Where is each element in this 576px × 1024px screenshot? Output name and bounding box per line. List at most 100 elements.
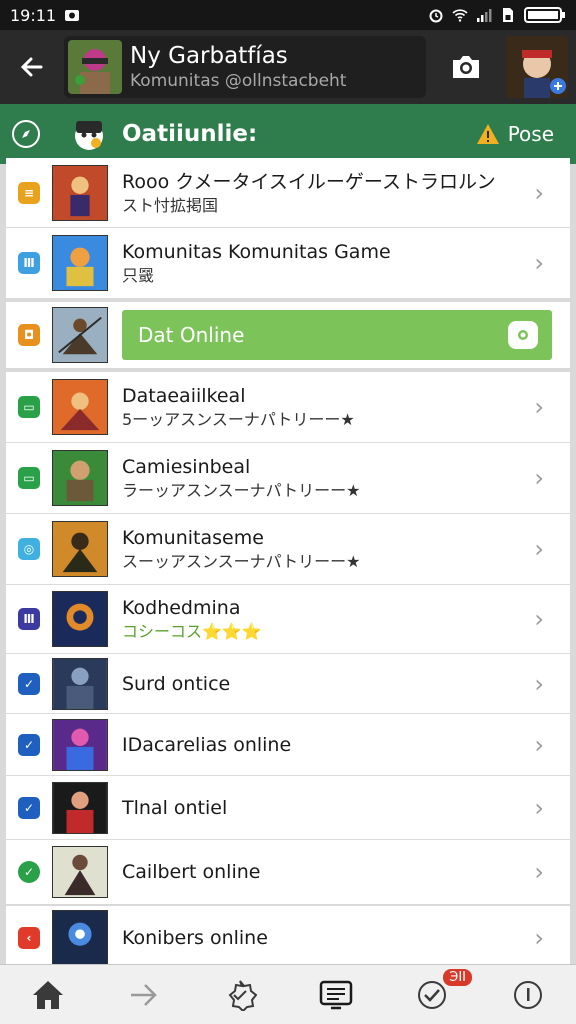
list-lead-icon: ✓ (18, 796, 40, 819)
info-icon (514, 980, 542, 1009)
list-item[interactable]: ◎ Komunitaseme スーッアスンスーナパトリーー★ › (6, 514, 570, 585)
list-item[interactable]: ▭ Camiesinbeal ラーッアスンスーナパトリーー★ › (6, 443, 570, 514)
list-item-title: Rooo クメータイスイルーゲーストラロルン (122, 170, 496, 193)
chat-camera-icon (508, 321, 538, 349)
game-thumbnail (52, 164, 108, 221)
list-lead-icon: ‹ (18, 927, 40, 949)
compass-icon (22, 130, 30, 138)
check-icon (418, 980, 446, 1009)
list-card-top: ≡ Rooo クメータイスイルーゲーストラロルン スト忖拡掲国 › Ⅲ Komu… (6, 158, 570, 298)
game-thumbnail (52, 846, 108, 898)
game-thumbnail (52, 910, 108, 964)
chevron-right-icon: › (534, 464, 544, 492)
profile-avatar[interactable] (506, 36, 568, 98)
bag-icon: ◘ (18, 324, 40, 346)
game-thumbnail (52, 521, 108, 577)
chevron-right-icon: › (534, 793, 544, 822)
badge-icon (228, 979, 257, 1011)
pose-button[interactable]: Pose (476, 122, 554, 146)
game-thumbnail (52, 235, 108, 291)
list-item-subtitle: スト忖拡掲国 (122, 195, 219, 215)
sim-icon (503, 8, 513, 22)
online-button-label: Dat Online (138, 323, 245, 347)
list-lead-icon: ✓ (18, 672, 40, 695)
compass-button[interactable] (12, 120, 40, 148)
list-item[interactable]: ✓ Surd ontice › (6, 654, 570, 714)
list-item[interactable]: Ⅲ Komunitas Komunitas Game 只䍞 › (6, 228, 570, 298)
section-title: Oatiiunlie: (122, 121, 258, 147)
status-bar: 19:11 (0, 0, 576, 30)
back-button[interactable] (0, 30, 64, 104)
list-item[interactable]: ▭ Dataeaiilkeal 5ーッアスンスーナパトリーー★ › (6, 372, 570, 443)
community-subtitle: Komunitas @ollnstacbeht (130, 71, 347, 91)
nav-badge[interactable] (210, 965, 270, 1024)
list-item-title: Tlnal ontiel (122, 796, 228, 819)
list-lead-icon: ▭ (18, 467, 40, 489)
community-avatar (68, 40, 122, 94)
chevron-right-icon: › (534, 605, 544, 633)
camera-icon (453, 56, 479, 78)
app-bar: Ny Garbatfías Komunitas @ollnstacbeht (0, 30, 576, 104)
community-title-box[interactable]: Ny Garbatfías Komunitas @ollnstacbeht (64, 36, 426, 98)
nav-home[interactable] (18, 965, 78, 1024)
list-item-title: Surd ontice (122, 672, 231, 695)
list-item-title: Camiesinbeal (122, 456, 251, 478)
pose-label: Pose (507, 122, 554, 146)
signal-icon (477, 9, 492, 22)
list-item[interactable]: ✓ Tlnal ontiel › (6, 776, 570, 840)
list-item-subtitle: 只䍞 (122, 266, 155, 285)
list-item[interactable]: ✓ Cailbert online › (6, 840, 570, 904)
section-bar: Oatiiunlie: Pose (0, 104, 576, 164)
list-card-main: ▭ Dataeaiilkeal 5ーッアスンスーナパトリーー★ › ▭ Cami… (6, 372, 570, 904)
nav-check[interactable]: ЭII (402, 965, 472, 1024)
list-item-title: Komunitas Komunitas Game (122, 241, 391, 263)
list-item-title: Cailbert online (122, 861, 261, 883)
game-thumbnail (52, 307, 108, 363)
nav-info[interactable] (498, 965, 558, 1024)
list-item-title: IDacarelias online (122, 733, 292, 756)
game-thumbnail (52, 591, 108, 647)
game-thumbnail (52, 657, 108, 710)
list-lead-icon: ≡ (18, 181, 40, 204)
bottom-navigation: ЭII (0, 964, 576, 1024)
chevron-right-icon: › (534, 535, 544, 563)
home-icon (33, 980, 63, 1009)
list-card-bottom: ‹ Konibers online › (6, 906, 570, 964)
list-item-subtitle: スーッアスンスーナパトリーー★ (122, 552, 361, 571)
forward-icon (131, 983, 157, 1006)
nav-forward[interactable] (114, 965, 174, 1024)
game-thumbnail (52, 450, 108, 506)
list-item[interactable]: Ⅲ Kodhedmina コシーコス⭐⭐⭐ › (6, 585, 570, 654)
list-item-title: Dataeaiilkeal (122, 385, 246, 407)
status-time: 19:11 (10, 5, 57, 25)
notification-badge: ЭII (443, 968, 472, 986)
online-row: ◘ Dat Online (6, 302, 570, 368)
list-item-title: Kodhedmina (122, 597, 241, 619)
online-button[interactable]: Dat Online (122, 310, 552, 360)
list-item[interactable]: ‹ Konibers online › (6, 906, 570, 964)
camera-button[interactable] (426, 30, 506, 104)
chevron-right-icon: › (534, 393, 544, 421)
list-item-title: Komunitaseme (122, 527, 264, 549)
list-item-subtitle: ラーッアスンスーナパトリーー★ (122, 481, 361, 500)
list-lead-icon: ◎ (18, 538, 40, 560)
game-thumbnail (52, 781, 108, 834)
nav-feed[interactable] (306, 965, 366, 1024)
list-item[interactable]: ≡ Rooo クメータイスイルーゲーストラロルン スト忖拡掲国 › (6, 158, 570, 228)
list-item-subtitle: 5ーッアスンスーナパトリーー★ (122, 410, 355, 429)
camera-notify-icon (65, 10, 80, 21)
chevron-right-icon: › (534, 249, 544, 277)
game-thumbnail (52, 379, 108, 435)
wifi-icon (452, 9, 468, 22)
chevron-right-icon: › (534, 669, 544, 698)
online-card: ◘ Dat Online (6, 302, 570, 368)
list-lead-icon: Ⅲ (18, 608, 40, 630)
list-lead-icon: Ⅲ (18, 252, 40, 274)
chevron-right-icon: › (534, 730, 544, 759)
chevron-right-icon: › (534, 924, 544, 952)
alarm-icon (429, 9, 443, 23)
list-item-rating: コシーコス⭐⭐⭐ (122, 622, 262, 641)
list-item[interactable]: ✓ IDacarelias online › (6, 714, 570, 776)
feed-icon (319, 980, 353, 1009)
game-thumbnail (52, 718, 108, 771)
